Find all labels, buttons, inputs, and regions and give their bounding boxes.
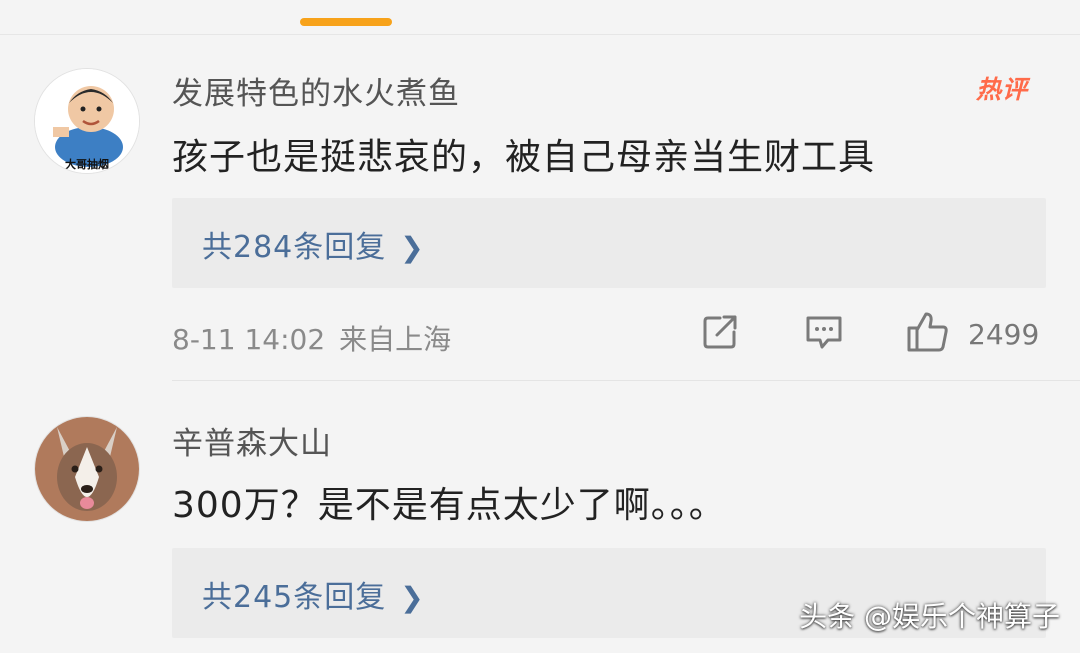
comment-icon[interactable] [804, 312, 844, 352]
comment-item: 大哥抽烟 发展特色的水火煮鱼 热评 孩子也是挺悲哀的，被自己母亲当生财工具 共2… [0, 40, 1080, 380]
svg-text:大哥抽烟: 大哥抽烟 [65, 157, 109, 171]
chevron-right-icon: ❯ [400, 581, 425, 614]
share-icon[interactable] [700, 312, 740, 352]
replies-count-label: 共245条回复 [202, 580, 387, 615]
hot-comment-badge: 热评 [975, 75, 1028, 104]
replies-count-label: 共284条回复 [202, 230, 387, 265]
comment-time: 8-11 14:02 [172, 323, 326, 356]
thumbs-up-icon[interactable] [906, 310, 950, 354]
view-replies-link[interactable]: 共284条回复 ❯ [202, 222, 425, 266]
username[interactable]: 辛普森大山 [172, 418, 332, 463]
comment-text: 300万？是不是有点太少了啊。。。 [172, 485, 726, 526]
comment-text: 孩子也是挺悲哀的，被自己母亲当生财工具 [172, 137, 876, 178]
avatar[interactable]: 大哥抽烟 [34, 68, 140, 174]
chevron-right-icon: ❯ [400, 231, 425, 264]
top-divider [0, 34, 1080, 35]
username[interactable]: 发展特色的水火煮鱼 [172, 68, 460, 113]
active-tab-indicator [300, 18, 392, 26]
replies-box[interactable]: 共284条回复 ❯ [172, 198, 1046, 288]
comment-location: 来自上海 [339, 323, 452, 356]
watermark: 头条 @娱乐个神算子 [799, 600, 1060, 633]
like-count: 2499 [968, 318, 1040, 351]
avatar[interactable] [34, 416, 140, 522]
comment-meta: 8-11 14:02 来自上海 [172, 318, 451, 358]
view-replies-link[interactable]: 共245条回复 ❯ [202, 572, 425, 616]
comment-divider [172, 380, 1080, 381]
